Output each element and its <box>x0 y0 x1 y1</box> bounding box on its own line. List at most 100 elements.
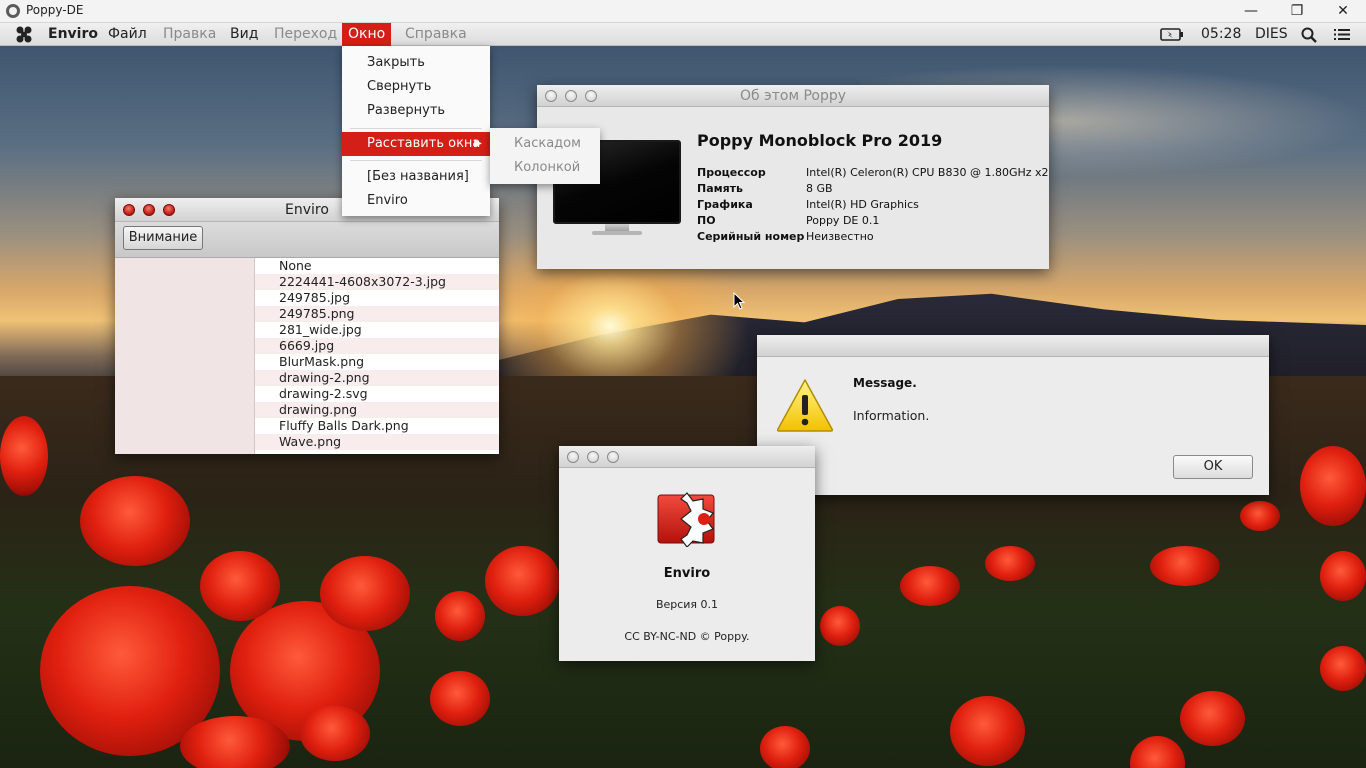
list-item[interactable]: BlurMask.png <box>255 354 499 370</box>
file-list[interactable]: None 2224441-4608x3072-3.jpg 249785.jpg … <box>255 258 499 454</box>
spec-key: Память <box>697 182 744 195</box>
list-icon[interactable] <box>1334 28 1350 41</box>
menu-separator <box>350 128 482 129</box>
message-title: Message. <box>853 376 917 390</box>
host-close-button[interactable]: ✕ <box>1320 0 1366 22</box>
menu-enviro[interactable]: Enviro <box>42 23 104 46</box>
minimize-button[interactable] <box>587 451 599 463</box>
submenu-item-cascade[interactable]: Каскадом <box>490 132 600 156</box>
about-titlebar[interactable]: Об этом Poppy <box>537 85 1049 107</box>
enviro-sidebar[interactable] <box>115 258 255 454</box>
poppy-flower <box>1240 501 1280 531</box>
poppy-flower <box>1320 551 1366 601</box>
poppy-flower <box>820 606 860 646</box>
enviro-about-titlebar[interactable] <box>559 446 815 468</box>
poppy-flower <box>300 706 370 761</box>
message-text: Information. <box>853 408 930 423</box>
poppy-flower <box>900 566 960 606</box>
mouse-cursor-icon <box>733 292 745 310</box>
menu-separator <box>350 160 482 161</box>
warning-icon <box>776 379 834 432</box>
host-minimize-button[interactable]: — <box>1228 0 1274 22</box>
about-window-title: Об этом Poppy <box>739 88 847 104</box>
app-name: Enviro <box>663 566 711 581</box>
close-button[interactable] <box>567 451 579 463</box>
poppy-logo-icon[interactable] <box>15 26 33 43</box>
top-menu-bar: Enviro Файл Правка Вид Переход Окно Спра… <box>0 23 1366 46</box>
list-item[interactable]: 281_wide.jpg <box>255 322 499 338</box>
list-item[interactable]: 249785.jpg <box>255 290 499 306</box>
menu-window[interactable]: Окно <box>342 23 392 46</box>
host-titlebar: Poppy-DE ✕ ❐ — <box>0 0 1366 23</box>
poppy-flower <box>435 591 485 641</box>
menu-view[interactable]: Вид <box>224 23 264 46</box>
spec-value: 8 GB <box>806 182 833 195</box>
window-menu-dropdown: Закрыть Свернуть Развернуть Расставить о… <box>342 46 490 216</box>
about-window: Об этом Poppy Poppy Monoblock Pro 2019 П… <box>537 85 1049 269</box>
list-item[interactable]: drawing-2.png <box>255 370 499 386</box>
search-icon[interactable] <box>1301 27 1317 43</box>
menu-help[interactable]: Справка <box>399 23 473 46</box>
battery-icon[interactable] <box>1160 28 1184 41</box>
list-item[interactable]: 2224441-4608x3072-3.jpg <box>255 274 499 290</box>
ok-button[interactable]: OK <box>1173 455 1253 479</box>
spec-value: Intel(R) HD Graphics <box>806 198 919 211</box>
spec-key: Процессор <box>697 166 766 179</box>
device-name: Poppy Monoblock Pro 2019 <box>697 131 943 150</box>
user-name[interactable]: DIES <box>1255 23 1288 46</box>
app-globe-icon <box>6 4 20 18</box>
clock[interactable]: 05:28 <box>1201 23 1241 46</box>
menu-item-label: Расставить окна <box>367 136 481 151</box>
poppy-flower <box>320 556 410 631</box>
attention-button[interactable]: Внимание <box>123 226 203 250</box>
spec-key: ПО <box>697 214 716 227</box>
poppy-flower <box>0 416 48 496</box>
message-dialog: Message. Information. OK <box>757 335 1269 495</box>
poppy-flower <box>1300 446 1366 526</box>
menu-item-arrange-windows[interactable]: Расставить окна ▶ <box>342 132 490 156</box>
poppy-flower <box>200 551 280 621</box>
poppy-flower <box>1180 691 1245 746</box>
maximize-button[interactable] <box>607 451 619 463</box>
list-item[interactable]: 249785.png <box>255 306 499 322</box>
app-version: Версия 0.1 <box>655 598 719 611</box>
list-item[interactable]: Fluffy Balls Dark.png <box>255 418 499 434</box>
poppy-flower <box>485 546 560 616</box>
spec-value: Poppy DE 0.1 <box>806 214 880 227</box>
menu-item-untitled-window[interactable]: [Без названия] <box>342 165 490 189</box>
enviro-window: Enviro Внимание None 2224441-4608x3072-3… <box>115 198 499 454</box>
list-item[interactable]: None <box>255 258 499 274</box>
monitor-base <box>592 231 642 235</box>
message-titlebar[interactable] <box>757 335 1269 357</box>
list-item[interactable]: drawing-2.svg <box>255 386 499 402</box>
spec-value: Intel(R) Celeron(R) CPU B830 @ 1.80GHz x… <box>806 166 1049 179</box>
host-restore-button[interactable]: ❐ <box>1274 0 1320 22</box>
poppy-flower <box>430 671 490 726</box>
menu-file[interactable]: Файл <box>102 23 153 46</box>
enviro-app-icon <box>657 492 715 547</box>
menu-edit[interactable]: Правка <box>157 23 222 46</box>
spec-key: Серийный номер <box>697 230 805 243</box>
menu-item-enviro-window[interactable]: Enviro <box>342 189 490 213</box>
submenu-arrow-icon: ▶ <box>474 138 482 149</box>
list-item[interactable]: drawing.png <box>255 402 499 418</box>
submenu-item-column[interactable]: Колонкой <box>490 156 600 180</box>
app-license: CC BY-NC-ND © Poppy. <box>624 630 750 643</box>
list-item[interactable]: Wave.png <box>255 434 499 450</box>
enviro-toolbar: Внимание <box>115 222 499 258</box>
menu-item-maximize[interactable]: Развернуть <box>342 99 490 123</box>
menu-item-minimize[interactable]: Свернуть <box>342 75 490 99</box>
list-item[interactable]: 6669.jpg <box>255 338 499 354</box>
spec-key: Графика <box>697 198 753 211</box>
poppy-flower <box>180 716 290 768</box>
poppy-flower <box>985 546 1035 581</box>
enviro-about-window: Enviro Версия 0.1 CC BY-NC-ND © Poppy. <box>559 446 815 661</box>
poppy-flower <box>80 476 190 566</box>
poppy-flower <box>1150 546 1220 586</box>
poppy-flower <box>1320 646 1366 691</box>
poppy-flower <box>950 696 1025 766</box>
menu-item-close[interactable]: Закрыть <box>342 51 490 75</box>
host-window-title: Poppy-DE <box>26 3 84 17</box>
menu-go[interactable]: Переход <box>268 23 343 46</box>
arrange-submenu: Каскадом Колонкой <box>490 128 600 184</box>
